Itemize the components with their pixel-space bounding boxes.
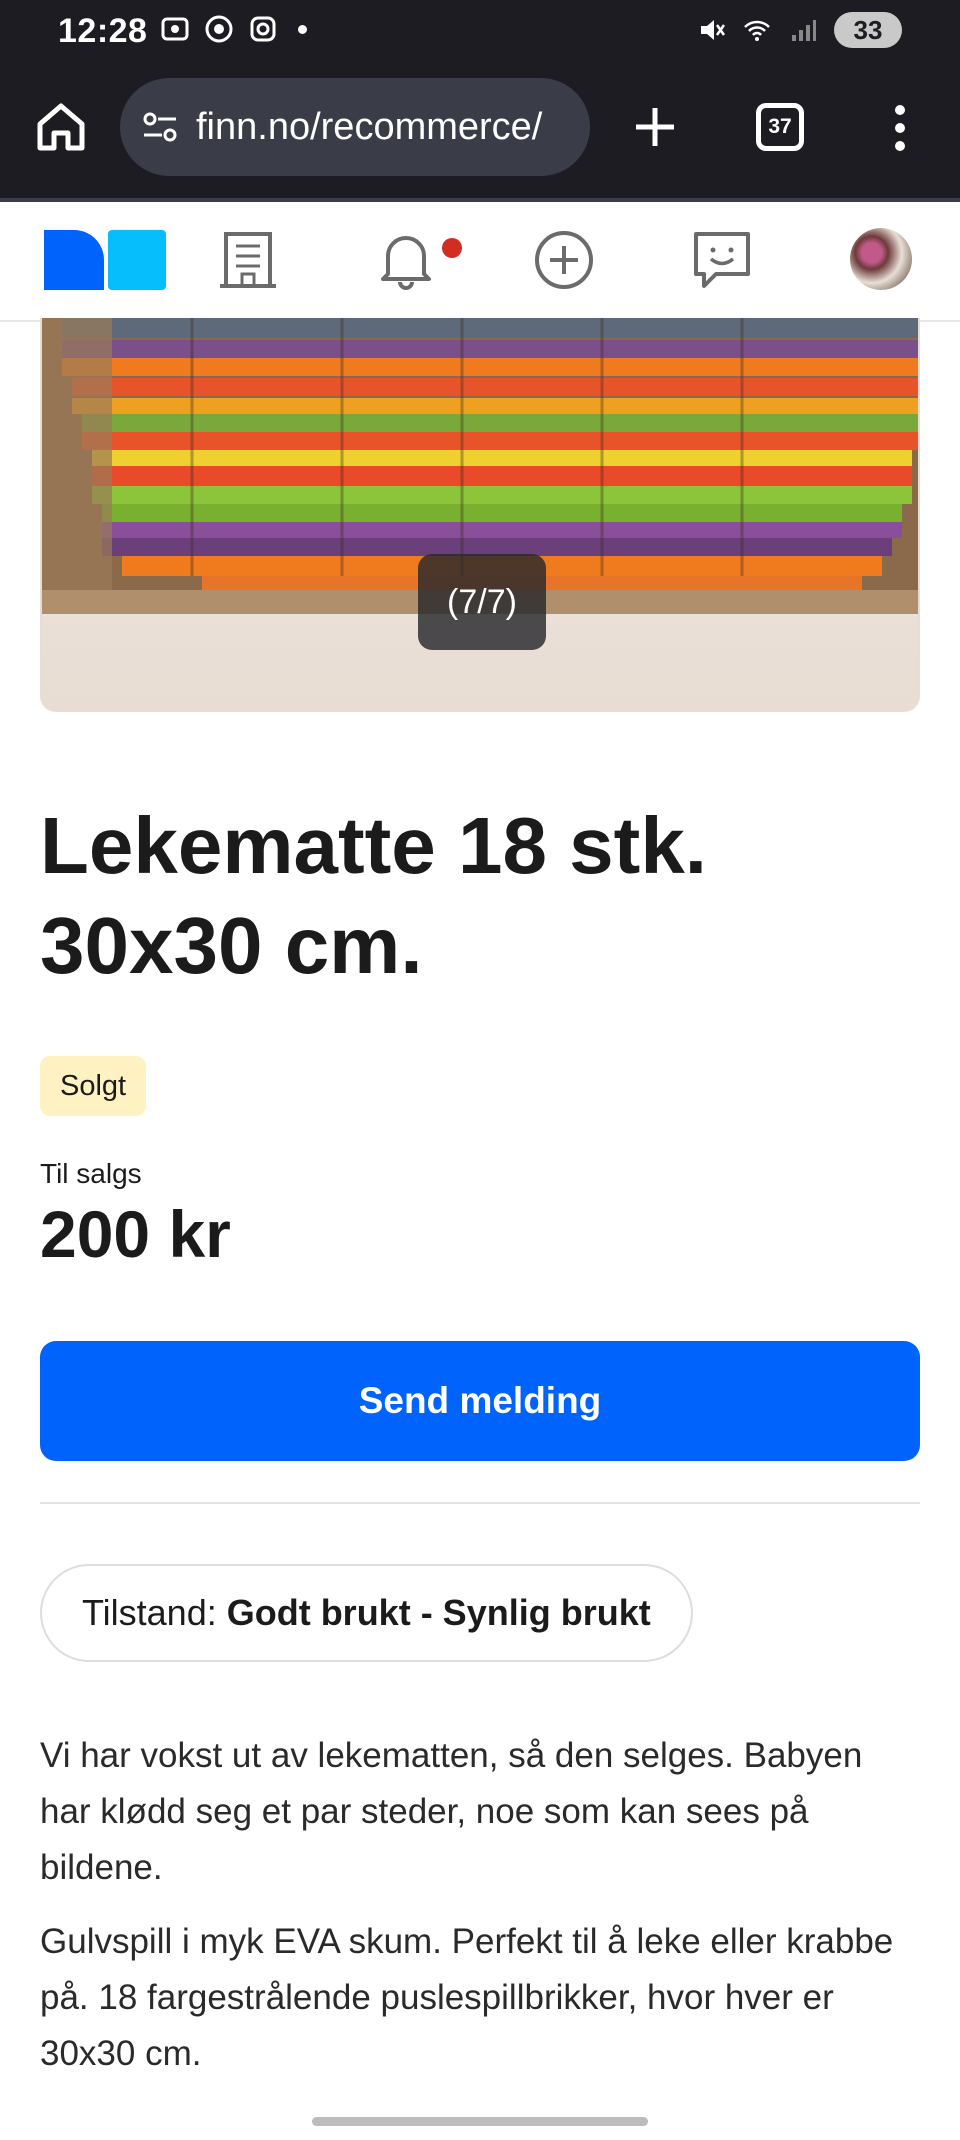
send-message-button[interactable]: Send melding <box>40 1341 920 1461</box>
more-menu-icon[interactable] <box>880 102 920 154</box>
site-settings-icon[interactable] <box>138 105 182 149</box>
condition-label: Tilstand: <box>82 1592 217 1633</box>
url-text[interactable]: finn.no/recommerce/ <box>196 106 542 149</box>
new-tab-icon[interactable] <box>630 102 680 152</box>
building-icon[interactable] <box>216 228 280 292</box>
notification-dot-icon <box>298 24 307 34</box>
divider <box>40 1502 920 1504</box>
status-icons-left <box>160 14 307 44</box>
avatar[interactable] <box>850 228 912 290</box>
listing-title: Lekematte 18 stk. 30x30 cm. <box>40 801 708 990</box>
status-icons-right: 33 <box>696 12 902 48</box>
bell-icon[interactable] <box>374 228 438 292</box>
signal-icon <box>792 20 816 41</box>
status-badge: Solgt <box>40 1056 147 1116</box>
battery-icon: 33 <box>834 12 902 48</box>
app-navigation <box>0 198 960 322</box>
status-bar: 12:28 33 <box>0 0 960 66</box>
wifi-icon <box>744 20 770 41</box>
condition-chip: Tilstand: Godt brukt - Synlig brukt <box>40 1564 693 1662</box>
tabs-icon[interactable]: 37 <box>756 103 804 151</box>
finn-logo[interactable] <box>44 230 166 290</box>
image-counter: (7/7) <box>418 554 546 650</box>
image-gallery[interactable]: (7/7) <box>40 318 920 712</box>
browser-toolbar: finn.no/recommerce/ 37 <box>0 66 960 198</box>
messages-icon[interactable] <box>690 228 754 292</box>
notification-badge <box>442 238 462 258</box>
instagram-icon <box>250 16 276 42</box>
mute-icon <box>701 20 726 40</box>
home-icon[interactable] <box>34 100 88 154</box>
home-indicator[interactable] <box>312 2117 648 2126</box>
chrome-icon <box>205 15 233 43</box>
listing-price: 200 kr <box>40 1197 231 1271</box>
description-paragraph: Vi har vokst ut av lekematten, så den se… <box>40 1736 863 1887</box>
condition-value: Godt brukt - Synlig brukt <box>226 1592 651 1633</box>
sale-type-label: Til salgs <box>40 1158 142 1189</box>
add-listing-icon[interactable] <box>532 228 596 292</box>
status-time: 12:28 <box>58 12 148 50</box>
description-paragraph: Gulvspill i myk EVA skum. Perfekt til å … <box>40 1922 894 2073</box>
screenshot-icon <box>161 17 189 41</box>
address-bar[interactable]: finn.no/recommerce/ <box>120 78 590 176</box>
